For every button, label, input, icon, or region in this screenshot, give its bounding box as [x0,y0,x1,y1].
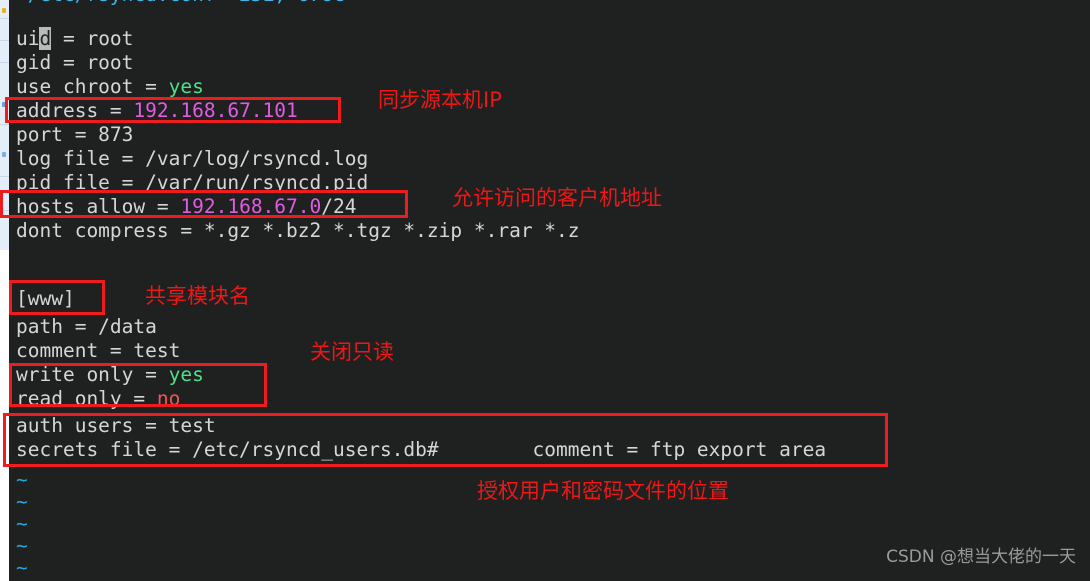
line-key-use-chroot: use chroot = [16,75,169,98]
editor-line-read-only: read only = no [16,387,180,411]
line-text-log-file: log file = /var/log/rsyncd.log [16,147,369,170]
line-key-write-only: write only = [16,363,169,386]
empty-line-marker: ~ [16,556,28,579]
editor-line-path: path = /data [16,315,157,339]
line-key-read-only: read only = [16,387,157,410]
line-value-write-only: yes [168,363,204,386]
editor-line-uid: uid = root [16,27,133,51]
line-text-dont-compress: dont compress = *.gz *.bz2 *.tgz *.zip *… [16,219,580,242]
annotation-sync-source-ip: 同步源本机IP [378,88,502,112]
terminal-screenshot: "/etc/rsyncd.conf" 25L, 678C uid = root … [0,0,1090,581]
editor-line-gid: gid = root [16,51,133,75]
line-text-comment: comment = test [16,339,181,362]
empty-line-marker: ~ [16,490,28,513]
editor-line-secrets-file: secrets file = /etc/rsyncd_users.db# com… [16,438,826,462]
empty-line-marker: ~ [16,468,28,491]
line-text-uid-a: ui [16,27,40,50]
line-text-pid-file: pid file = /var/run/rsyncd.pid [16,171,369,194]
line-text-gid: gid = root [16,51,134,74]
text-cursor: d [39,27,52,50]
line-text-module-header: [www] [16,287,75,310]
editor-line-log-file: log file = /var/log/rsyncd.log [16,147,368,171]
line-value-hosts-allow-mask: /24 [321,195,357,218]
annotation-module-name: 共享模块名 [145,284,250,308]
line-value-address: 192.168.67.101 [133,99,298,122]
editor-line-dont-compress: dont compress = *.gz *.bz2 *.tgz *.zip *… [16,219,580,243]
line-text-auth-users: auth users = test [16,414,216,437]
empty-line-marker: ~ [16,534,28,557]
annotation-auth-secrets: 授权用户和密码文件的位置 [477,479,729,503]
line-text-uid-b: = root [51,27,134,50]
editor-line-write-only: write only = yes [16,363,204,387]
annotation-disable-readonly: 关闭只读 [310,340,394,364]
cut-off-status-line: "/etc/rsyncd.conf" 25L, 678C [16,0,345,7]
editor-line-module-header: [www] [16,287,75,311]
editor-line-pid-file: pid file = /var/run/rsyncd.pid [16,171,368,195]
empty-line-marker: ~ [16,512,28,535]
line-key-hosts-allow: hosts allow = [16,195,181,218]
editor-line-address: address = 192.168.67.101 [16,99,298,123]
line-key-address: address = [16,99,134,122]
editor-line-auth-users: auth users = test [16,414,216,438]
editor-line-use-chroot: use chroot = yes [16,75,204,99]
line-value-read-only: no [156,387,181,410]
annotation-allowed-clients: 允许访问的客户机地址 [452,186,662,210]
line-value-use-chroot: yes [168,75,204,98]
line-value-hosts-allow-ip: 192.168.67.0 [180,195,322,218]
line-text-port: port = 873 [16,123,134,146]
editor-line-comment: comment = test [16,339,180,363]
background-window-strip-lower [0,250,9,581]
line-text-secrets-file: secrets file = /etc/rsyncd_users.db# com… [16,438,827,461]
line-text-path: path = /data [16,315,157,338]
editor-line-port: port = 873 [16,123,133,147]
editor-line-hosts-allow: hosts allow = 192.168.67.0/24 [16,195,357,219]
csdn-watermark: CSDN @想当大佬的一天 [886,547,1076,567]
